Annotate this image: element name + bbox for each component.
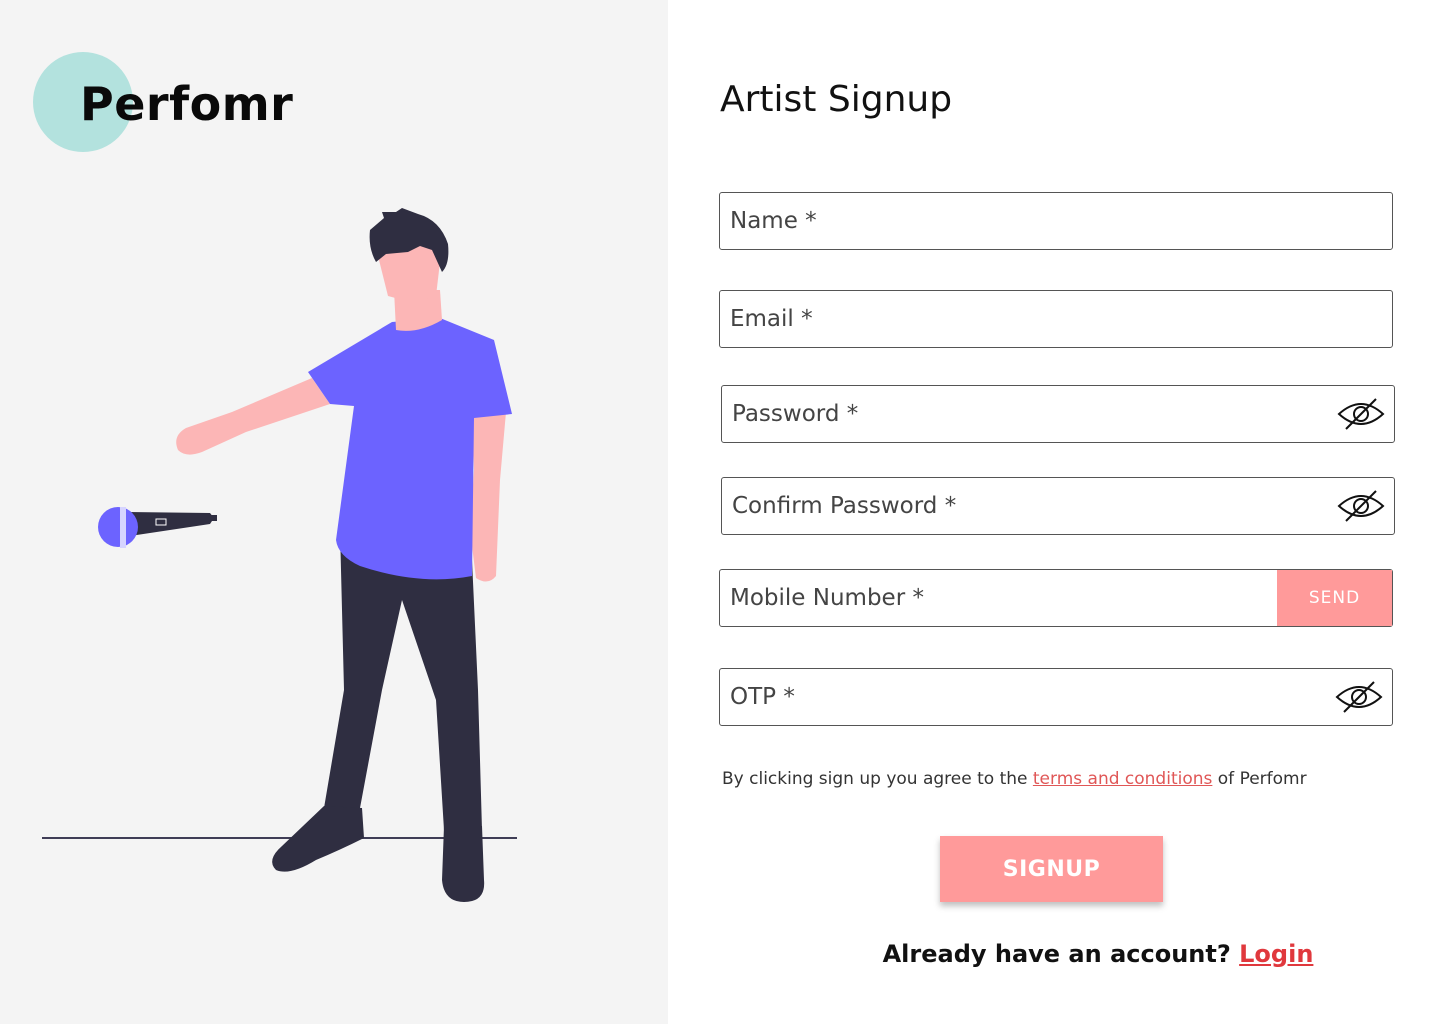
terms-suffix: of Perfomr [1212, 769, 1307, 789]
eye-slash-icon[interactable] [1334, 679, 1384, 715]
password-input[interactable] [722, 386, 1394, 442]
email-input[interactable] [720, 291, 1392, 347]
mobile-field-wrapper: SEND [719, 569, 1393, 627]
terms-notice: By clicking sign up you agree to the ter… [722, 767, 1307, 791]
left-panel: Perfomr [0, 0, 668, 1024]
confirm-password-input[interactable] [722, 478, 1394, 534]
otp-field-wrapper [719, 668, 1393, 726]
login-prompt: Already have an account? Login [668, 940, 1440, 968]
terms-link[interactable]: terms and conditions [1033, 769, 1212, 789]
microphone-icon [98, 507, 217, 548]
name-input[interactable] [720, 193, 1392, 249]
otp-input[interactable] [720, 669, 1392, 725]
name-field-wrapper [719, 192, 1393, 250]
eye-slash-icon[interactable] [1336, 488, 1386, 524]
signup-button[interactable]: SIGNUP [940, 836, 1163, 902]
performer-illustration [42, 208, 517, 902]
eye-slash-icon[interactable] [1336, 396, 1386, 432]
email-field-wrapper [719, 290, 1393, 348]
login-question: Already have an account? [882, 940, 1240, 968]
page-title: Artist Signup [720, 79, 953, 120]
signup-panel: Artist Signup SEND By clicki [668, 0, 1440, 1024]
terms-prefix: By clicking sign up you agree to the [722, 769, 1033, 789]
login-link[interactable]: Login [1239, 940, 1313, 968]
confirm-password-field-wrapper [721, 477, 1395, 535]
password-field-wrapper [721, 385, 1395, 443]
send-otp-button[interactable]: SEND [1277, 570, 1392, 626]
